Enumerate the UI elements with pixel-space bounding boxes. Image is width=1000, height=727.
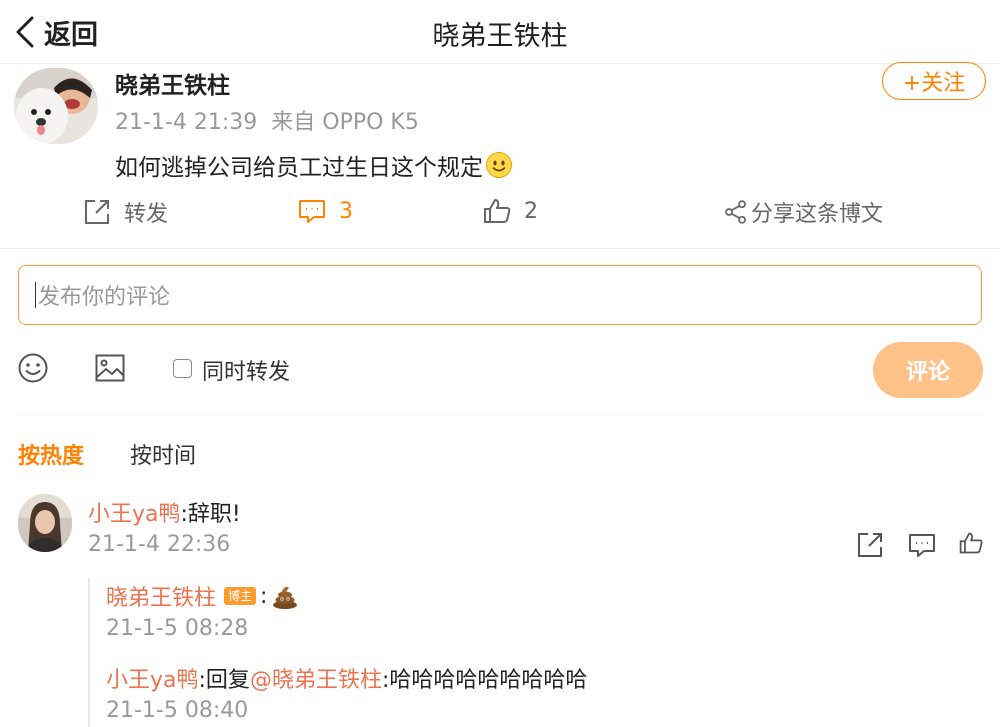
- share-label: 分享这条博文: [751, 202, 884, 227]
- comment-count: 3: [339, 198, 353, 224]
- thumbs-up-icon: [484, 199, 511, 223]
- follow-button[interactable]: +关注: [882, 62, 986, 100]
- image-icon[interactable]: [94, 352, 126, 384]
- reply-item: 小王ya鸭:回复 @晓弟王铁柱:哈哈哈哈哈哈哈哈哈: [106, 662, 587, 694]
- comment-like-button[interactable]: [958, 530, 984, 560]
- emoji-icon[interactable]: [17, 352, 49, 384]
- thumbs-up-icon: [959, 532, 983, 554]
- submit-comment-button[interactable]: 评论: [873, 342, 983, 398]
- divider: [0, 248, 1000, 249]
- comment-text: :辞职!: [180, 502, 241, 527]
- repost-label: 转发: [124, 202, 169, 227]
- comment-icon: [299, 200, 325, 223]
- repost-button[interactable]: 转发: [82, 196, 168, 228]
- comment-line: 小王ya鸭:辞职!: [88, 496, 241, 528]
- submit-label: 评论: [905, 360, 950, 385]
- text-caret: [35, 282, 36, 308]
- reply-time: 21-1-5 08:40: [106, 698, 249, 723]
- reply-text: :哈哈哈哈哈哈哈哈哈: [381, 668, 588, 693]
- tab-sort-by-time[interactable]: 按时间: [130, 438, 196, 470]
- share-icon: [725, 200, 746, 224]
- divider: [18, 414, 982, 415]
- post-source: 来自 OPPO K5: [271, 110, 419, 135]
- avatar-image: [14, 68, 98, 144]
- post-text: 如何逃掉公司给员工过生日这个规定: [115, 155, 483, 181]
- commenter-name[interactable]: 小王ya鸭: [88, 502, 181, 527]
- avatar-image: [18, 494, 72, 552]
- reply-time: 21-1-5 08:28: [106, 616, 249, 641]
- comment-input[interactable]: 发布你的评论: [18, 265, 982, 325]
- comment-icon: [909, 534, 935, 557]
- top-bar: 返回 晓弟王铁柱: [0, 0, 1000, 64]
- reply-list: 晓弟王铁柱 博主 : 21-1-5 08:28 小王ya鸭:回复 @晓弟王铁柱:哈…: [88, 578, 988, 727]
- post-time: 21-1-4 21:39: [115, 110, 258, 135]
- comment-input-placeholder: 发布你的评论: [38, 285, 171, 310]
- sort-tabs: 按热度 按时间: [18, 438, 196, 470]
- comment-repost-button[interactable]: [855, 530, 885, 560]
- tab-sort-by-hot[interactable]: 按热度: [18, 438, 84, 470]
- comment-button[interactable]: 3: [297, 196, 353, 226]
- repost-icon: [85, 200, 109, 224]
- author-name[interactable]: 晓弟王铁柱: [115, 66, 230, 100]
- reply-author[interactable]: 晓弟王铁柱: [106, 580, 216, 612]
- reply-mention[interactable]: @晓弟王铁柱: [250, 662, 382, 694]
- like-button[interactable]: 2: [482, 196, 538, 226]
- like-count: 2: [524, 198, 538, 224]
- author-avatar[interactable]: [14, 68, 98, 144]
- reply-text: :: [260, 583, 268, 609]
- author-badge: 博主: [224, 587, 257, 605]
- also-repost-checkbox[interactable]: [173, 359, 192, 378]
- reply-prefix: :回复: [198, 668, 250, 693]
- post-meta: 21-1-4 21:39 来自 OPPO K5: [115, 104, 419, 136]
- repost-icon: [858, 533, 882, 557]
- comment-reply-button[interactable]: [907, 530, 937, 560]
- share-button[interactable]: 分享这条博文: [723, 196, 883, 228]
- post-actions: 转发 3 2 分享这条博文: [0, 196, 1000, 236]
- commenter-avatar[interactable]: [18, 494, 72, 552]
- reply-item: 晓弟王铁柱 博主 :: [106, 580, 299, 612]
- also-repost-label: 同时转发: [202, 360, 291, 385]
- follow-label: +关注: [902, 71, 966, 96]
- page-title: 晓弟王铁柱: [432, 21, 568, 52]
- comment-time: 21-1-4 22:36: [88, 532, 231, 557]
- composer-toolbar: 同时转发 评论: [0, 340, 1000, 398]
- poop-emoji-icon: [273, 586, 298, 609]
- post-content: 如何逃掉公司给员工过生日这个规定: [115, 148, 513, 182]
- smile-emoji-icon: [486, 152, 512, 178]
- reply-author[interactable]: 小王ya鸭: [106, 662, 199, 694]
